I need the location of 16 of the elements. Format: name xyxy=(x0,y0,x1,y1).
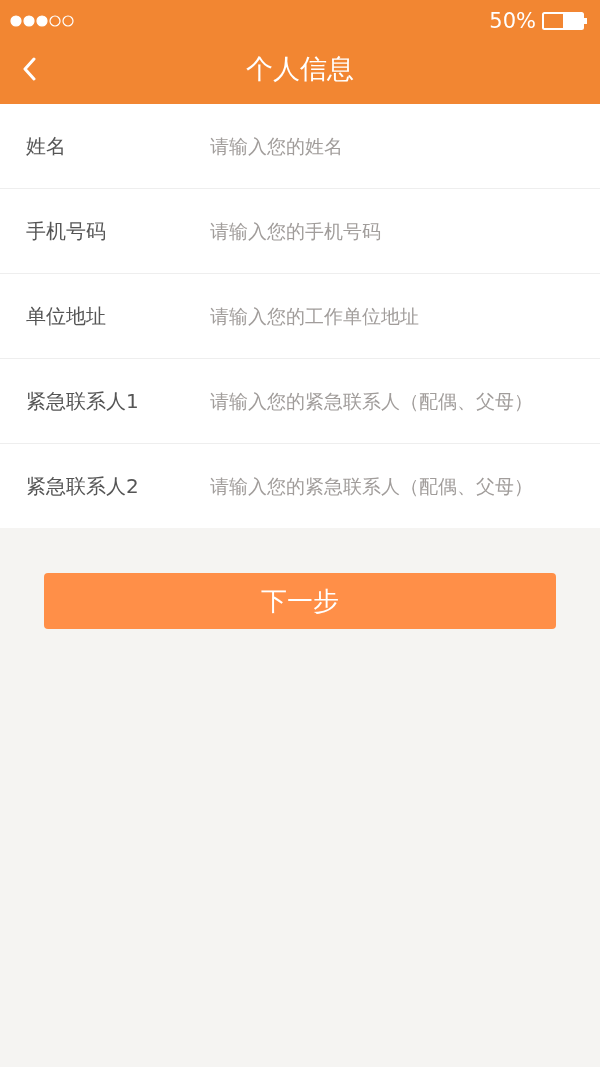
signal-icon xyxy=(10,15,74,27)
back-button[interactable] xyxy=(22,57,36,81)
field-label: 单位地址 xyxy=(26,302,107,330)
input-field[interactable]: 请输入您的手机号码 xyxy=(210,220,588,242)
input-field[interactable]: 请输入您的姓名 xyxy=(210,135,588,157)
battery-icon xyxy=(542,12,588,30)
input-field[interactable]: 请输入您的工作单位地址 xyxy=(210,305,588,327)
field-label: 姓名 xyxy=(26,132,67,160)
page-title: 个人信息 xyxy=(246,52,354,86)
field-label: 手机号码 xyxy=(26,217,107,245)
field-label: 紧急联系人2 xyxy=(26,472,140,500)
input-field[interactable]: 请输入您的紧急联系人（配偶、父母） xyxy=(210,475,588,497)
battery-percentage: 50% xyxy=(489,9,536,33)
field-label: 紧急联系人1 xyxy=(26,387,140,415)
next-button[interactable]: 下一步 xyxy=(44,573,556,629)
input-field[interactable]: 请输入您的紧急联系人（配偶、父母） xyxy=(210,390,588,412)
